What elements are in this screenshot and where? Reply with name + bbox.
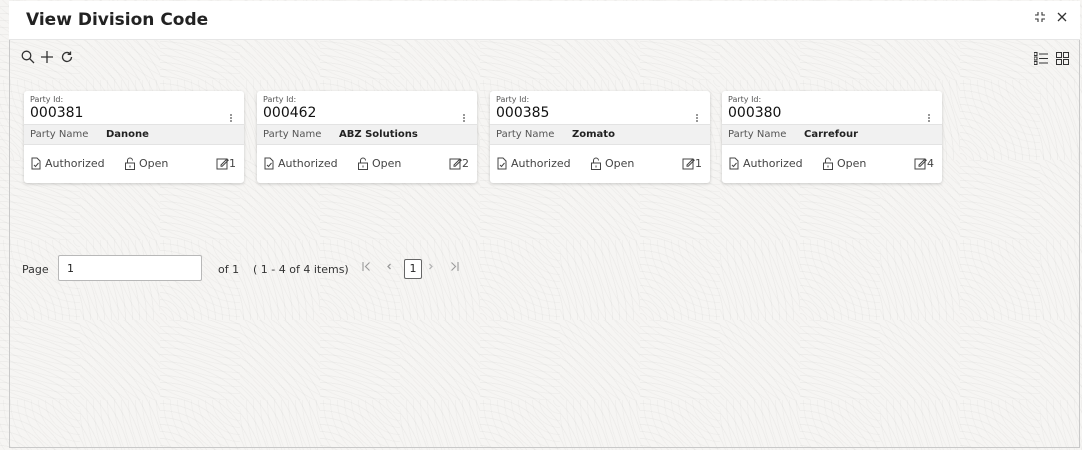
record-status: Open — [590, 157, 634, 170]
edit-icon — [914, 157, 927, 170]
window-frame — [9, 1, 1080, 448]
next-page-icon[interactable] — [428, 261, 434, 275]
party-name-value: Zomato — [572, 129, 615, 140]
division-card[interactable]: Party Id: 000385 Party Name Zomato Autho… — [490, 91, 710, 183]
party-name-label: Party Name — [263, 129, 322, 140]
party-id-value: 000380 — [728, 105, 782, 121]
page-total: of 1 — [218, 263, 240, 276]
unlock-icon — [357, 157, 369, 170]
current-page-button[interactable]: 1 — [404, 259, 422, 279]
record-status: Open — [357, 157, 401, 170]
party-name-value: ABZ Solutions — [339, 129, 418, 140]
list-view-icon[interactable] — [1033, 50, 1048, 69]
party-id-label: Party Id: — [496, 95, 530, 104]
authorized-icon — [496, 157, 508, 170]
edit-icon — [449, 157, 462, 170]
card-menu-icon[interactable] — [463, 113, 467, 123]
party-name-row: Party Name Danone — [24, 124, 244, 145]
party-name-row: Party Name Carrefour — [722, 124, 942, 145]
party-id-value: 000381 — [30, 105, 84, 121]
party-id-label: Party Id: — [728, 95, 762, 104]
party-id-label: Party Id: — [30, 95, 64, 104]
party-name-row: Party Name Zomato — [490, 124, 710, 145]
party-id-value: 000385 — [496, 105, 550, 121]
modifications[interactable]: 1 — [682, 157, 702, 170]
items-summary: ( 1 - 4 of 4 items) — [253, 263, 349, 276]
modifications[interactable]: 2 — [449, 157, 469, 170]
card-menu-icon[interactable] — [928, 113, 932, 123]
page-title: View Division Code — [26, 10, 209, 30]
party-name-label: Party Name — [728, 129, 787, 140]
party-name-value: Danone — [106, 129, 149, 140]
maximize-icon[interactable] — [1034, 11, 1046, 27]
auth-status: Authorized — [30, 157, 105, 170]
modifications[interactable]: 1 — [216, 157, 236, 170]
party-name-label: Party Name — [30, 129, 89, 140]
card-menu-icon[interactable] — [230, 113, 234, 123]
party-id-label: Party Id: — [263, 95, 297, 104]
modifications[interactable]: 4 — [914, 157, 934, 170]
title-bar: View Division Code — [9, 1, 1080, 40]
record-status: Open — [124, 157, 168, 170]
edit-icon — [216, 157, 229, 170]
search-icon[interactable] — [21, 49, 35, 68]
division-card[interactable]: Party Id: 000462 Party Name ABZ Solution… — [257, 91, 477, 183]
status-row: Authorized Open 4 — [722, 157, 942, 173]
add-icon[interactable] — [40, 49, 54, 68]
previous-page-icon[interactable] — [386, 261, 392, 275]
last-page-icon[interactable] — [450, 261, 459, 275]
party-name-value: Carrefour — [804, 129, 859, 140]
record-status: Open — [822, 157, 866, 170]
status-row: Authorized Open 2 — [257, 157, 477, 173]
page-label: Page — [22, 263, 49, 276]
status-row: Authorized Open 1 — [24, 157, 244, 173]
first-page-icon[interactable] — [362, 261, 371, 275]
refresh-icon[interactable] — [60, 49, 74, 68]
pagination: Page of 1 ( 1 - 4 of 4 items) 1 — [22, 255, 492, 283]
status-row: Authorized Open 1 — [490, 157, 710, 173]
auth-status: Authorized — [263, 157, 338, 170]
party-name-label: Party Name — [496, 129, 555, 140]
auth-status: Authorized — [728, 157, 803, 170]
authorized-icon — [728, 157, 740, 170]
unlock-icon — [822, 157, 834, 170]
party-id-value: 000462 — [263, 105, 317, 121]
division-card[interactable]: Party Id: 000381 Party Name Danone Autho… — [24, 91, 244, 183]
authorized-icon — [263, 157, 275, 170]
authorized-icon — [30, 157, 42, 170]
grid-view-icon[interactable] — [1056, 50, 1069, 69]
unlock-icon — [124, 157, 136, 170]
close-icon[interactable] — [1056, 11, 1068, 27]
division-card[interactable]: Party Id: 000380 Party Name Carrefour Au… — [722, 91, 942, 183]
unlock-icon — [590, 157, 602, 170]
page-number-input[interactable] — [58, 255, 202, 281]
auth-status: Authorized — [496, 157, 571, 170]
edit-icon — [682, 157, 695, 170]
party-name-row: Party Name ABZ Solutions — [257, 124, 477, 145]
card-menu-icon[interactable] — [696, 113, 700, 123]
